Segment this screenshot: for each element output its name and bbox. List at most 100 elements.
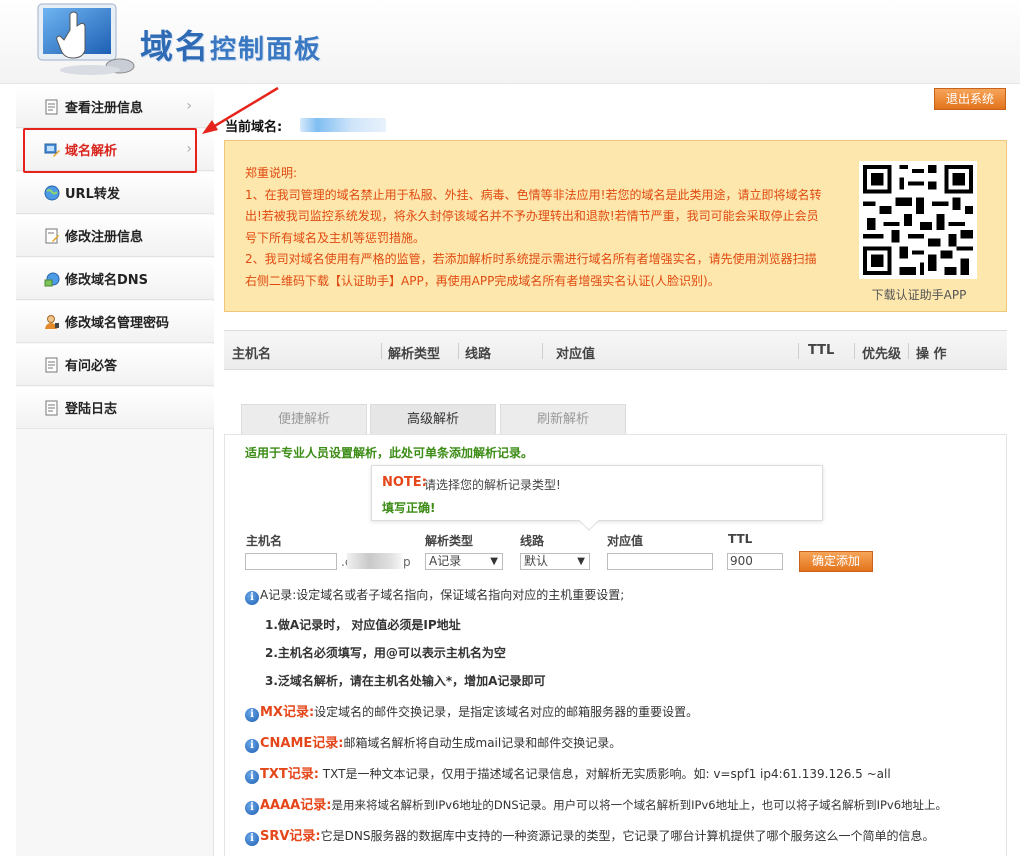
column-line: 线路 bbox=[465, 347, 492, 362]
sidebar-item-faq[interactable]: 有问必答 bbox=[16, 344, 214, 386]
sidebar-item-url-forward[interactable]: URL转发 bbox=[16, 172, 214, 214]
notice-box: 郑重说明: 1、在我司管理的域名禁止用于私服、外挂、病毒、色情等非法应用!若您的… bbox=[224, 140, 1007, 312]
sidebar-item-view-registration[interactable]: 查看注册信息 › bbox=[16, 86, 214, 128]
column-divider bbox=[542, 343, 543, 359]
current-domain-value-redacted bbox=[300, 118, 386, 132]
sidebar-item-edit-dns[interactable]: 修改域名DNS bbox=[16, 258, 214, 300]
sidebar-item-login-log[interactable]: 登陆日志 bbox=[16, 387, 214, 429]
page-title: 域名控制面板 bbox=[140, 27, 323, 66]
sidebar-item-label: 有问必答 bbox=[65, 359, 118, 374]
chevron-down-icon: ▼ bbox=[577, 556, 585, 567]
help-srv-record: i SRV记录:它是DNS服务器的数据库中支持的一种资源记录的类型，它记录了哪台计… bbox=[245, 825, 934, 846]
sidebar-item-label: 修改域名DNS bbox=[65, 273, 149, 288]
tab-quick-resolve[interactable]: 便捷解析 bbox=[241, 404, 367, 435]
panel-title: 适用于专业人员设置解析，此处可单条添加解析记录。 bbox=[245, 446, 534, 460]
value-label: 对应值 bbox=[607, 534, 644, 548]
host-label: 主机名 bbox=[246, 534, 283, 548]
column-ttl: TTL bbox=[808, 343, 835, 358]
tooltip-note-text: 请选择您的解析记录类型! bbox=[424, 478, 561, 492]
document-icon bbox=[45, 400, 58, 415]
help-a-record: i A记录:设定域名或者子域名指向，保证域名指向对应的主机重要设置; bbox=[245, 586, 624, 605]
line-select[interactable]: 默认 ▼ bbox=[520, 553, 590, 570]
help-srv-label: SRV记录: bbox=[260, 829, 321, 844]
globe-icon bbox=[44, 185, 60, 200]
info-icon: i bbox=[245, 770, 259, 784]
info-icon: i bbox=[245, 708, 259, 722]
chevron-right-icon: › bbox=[186, 98, 192, 114]
dns-globe-icon bbox=[44, 272, 60, 286]
help-aaaa-record: i AAAA记录:是用来将域名解析到IPv6地址的DNS记录。用户可以将一个域名解… bbox=[245, 794, 947, 815]
column-divider bbox=[458, 343, 459, 359]
help-aaaa-label: AAAA记录: bbox=[260, 798, 332, 813]
column-value: 对应值 bbox=[556, 347, 596, 362]
column-priority: 优先级 bbox=[862, 347, 902, 362]
domain-suffix-redacted bbox=[347, 553, 403, 569]
header: 域名控制面板 bbox=[0, 0, 1020, 84]
column-divider bbox=[908, 343, 909, 359]
ttl-label: TTL bbox=[728, 532, 753, 546]
help-cname-text: 邮箱域名解析将自动生成mail记录和邮件交换记录。 bbox=[343, 736, 622, 750]
current-domain-label: 当前域名: bbox=[225, 120, 283, 135]
sidebar-item-label: 查看注册信息 bbox=[65, 101, 144, 116]
record-value-input[interactable] bbox=[607, 553, 713, 570]
validation-tooltip: NOTE: 请选择您的解析记录类型! 填写正确! bbox=[371, 465, 823, 531]
host-input[interactable] bbox=[245, 553, 337, 570]
records-table-header: 主机名 解析类型 线路 对应值 TTL 优先级 操 作 bbox=[224, 330, 1007, 370]
line-value: 默认 bbox=[524, 554, 549, 568]
tab-advanced-resolve[interactable]: 高级解析 bbox=[370, 404, 496, 435]
help-a-sub-2: 2.主机名必须填写，用@可以表示主机名为空 bbox=[265, 646, 506, 660]
user-key-icon bbox=[45, 314, 59, 329]
type-label: 解析类型 bbox=[425, 534, 474, 548]
notice-paragraph-2: 2、我司对域名使用有严格的监管，若添加解析时系统提示需进行域名所有者增强实名，请… bbox=[245, 252, 817, 288]
info-icon: i bbox=[245, 801, 259, 815]
sidebar-item-label: 修改域名管理密码 bbox=[65, 316, 170, 331]
ttl-input[interactable]: 900 bbox=[727, 553, 783, 570]
column-divider bbox=[854, 343, 855, 359]
help-mx-record: i MX记录:设定域名的邮件交换记录，是指定该域名对应的邮箱服务器的重要设置。 bbox=[245, 701, 698, 722]
column-divider bbox=[381, 343, 382, 359]
sidebar-item-label: 登陆日志 bbox=[65, 402, 118, 417]
help-srv-text: 它是DNS服务器的数据库中支持的一种资源记录的类型，它记录了哪台计算机提供了哪个… bbox=[320, 829, 935, 843]
help-a-sub-1: 1.做A记录时， 对应值必须是IP地址 bbox=[265, 618, 461, 632]
confirm-add-button[interactable]: 确定添加 bbox=[799, 551, 873, 572]
help-txt-text: TXT是一种文本记录，仅用于描述域名记录信息，对解析无实质影响。如: v=spf… bbox=[318, 767, 891, 781]
help-cname-record: i CNAME记录:邮箱域名解析将自动生成mail记录和邮件交换记录。 bbox=[245, 732, 621, 753]
document-icon bbox=[45, 99, 58, 114]
info-icon: i bbox=[245, 832, 259, 846]
record-type-select[interactable]: A记录 ▼ bbox=[425, 553, 503, 570]
column-actions: 操 作 bbox=[916, 347, 947, 362]
highlight-box bbox=[23, 128, 197, 173]
help-aaaa-text: 是用来将域名解析到IPv6地址的DNS记录。用户可以将一个域名解析到IPv6地址… bbox=[331, 798, 948, 812]
column-divider bbox=[798, 343, 799, 359]
help-mx-text: 设定域名的邮件交换记录，是指定该域名对应的邮箱服务器的重要设置。 bbox=[314, 705, 699, 719]
help-mx-label: MX记录: bbox=[260, 705, 315, 720]
help-cname-label: CNAME记录: bbox=[260, 736, 344, 751]
chevron-down-icon: ▼ bbox=[490, 556, 498, 567]
tooltip-tail bbox=[579, 511, 599, 531]
tooltip-note-label: NOTE: bbox=[382, 475, 427, 490]
qr-caption: 下载认证助手APP bbox=[871, 288, 967, 302]
domain-suffix-end: p bbox=[403, 555, 411, 569]
monitor-hand-logo-icon bbox=[37, 3, 135, 75]
help-a-sub-3: 3.泛域名解析，请在主机名处输入*，增加A记录即可 bbox=[265, 674, 546, 688]
tab-refresh-resolve[interactable]: 刷新解析 bbox=[500, 404, 626, 435]
help-txt-record: i TXT记录: TXT是一种文本记录，仅用于描述域名记录信息，对解析无实质影响。… bbox=[245, 763, 891, 784]
edit-document-icon bbox=[45, 228, 59, 243]
record-type-value: A记录 bbox=[429, 554, 462, 568]
sidebar-item-edit-registration[interactable]: 修改注册信息 bbox=[16, 215, 214, 257]
help-a-text: A记录:设定域名或者子域名指向，保证域名指向对应的主机重要设置; bbox=[260, 588, 625, 602]
sidebar-item-edit-password[interactable]: 修改域名管理密码 bbox=[16, 301, 214, 343]
logout-button[interactable]: 退出系统 bbox=[934, 88, 1006, 110]
help-txt-label: TXT记录: bbox=[260, 767, 319, 782]
info-icon: i bbox=[245, 739, 259, 753]
sidebar-item-label: URL转发 bbox=[65, 187, 120, 202]
sidebar-item-label: 修改注册信息 bbox=[65, 230, 144, 245]
sidebar: 查看注册信息 › 域名解析 › URL转发 修改注册信息 修改域名DNS 修改域… bbox=[16, 86, 214, 856]
line-label: 线路 bbox=[520, 534, 545, 548]
advanced-resolve-panel: 适用于专业人员设置解析，此处可单条添加解析记录。 NOTE: 请选择您的解析记录… bbox=[224, 434, 1007, 856]
info-icon: i bbox=[245, 591, 259, 605]
column-host: 主机名 bbox=[232, 347, 272, 362]
tooltip-ok-text: 填写正确! bbox=[382, 501, 436, 515]
notice-paragraph-1: 1、在我司管理的域名禁止用于私服、外挂、病毒、色情等非法应用!若您的域名是此类用… bbox=[245, 187, 822, 245]
document-icon bbox=[45, 357, 58, 372]
